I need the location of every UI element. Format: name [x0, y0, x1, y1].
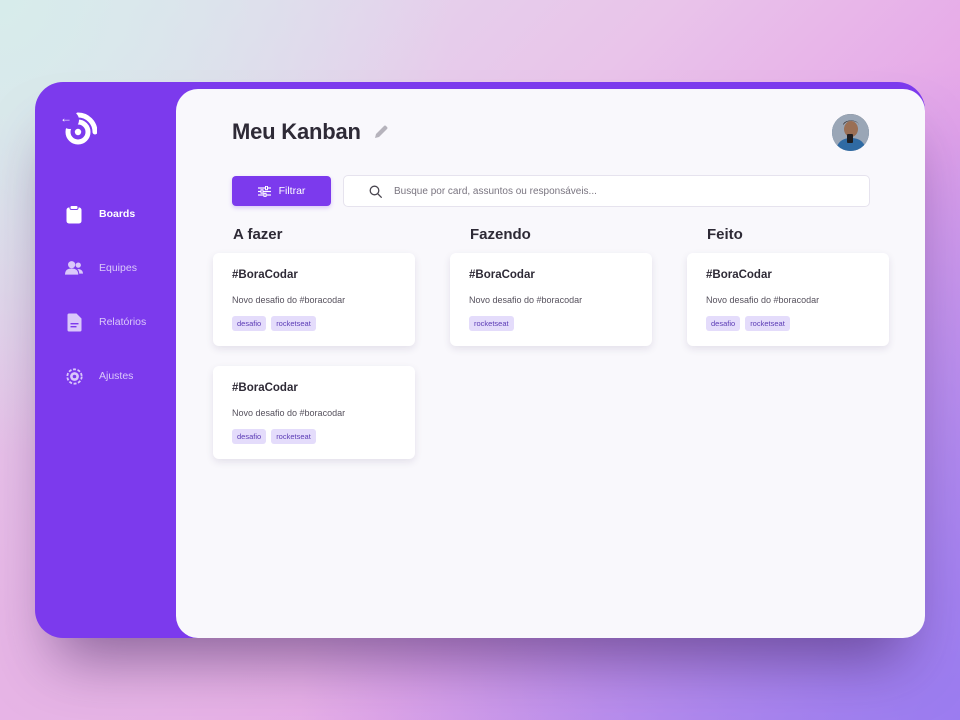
- tag-badge: desafio: [232, 429, 267, 444]
- sidebar-item-relatorios[interactable]: Relatórios: [65, 312, 146, 332]
- avatar[interactable]: [832, 114, 869, 151]
- page-title: Meu Kanban: [232, 119, 361, 144]
- kanban-card[interactable]: #BoraCodar Novo desafio do #boracodar de…: [213, 253, 415, 346]
- users-icon: [65, 258, 83, 278]
- document-icon: [65, 312, 83, 332]
- kanban-card[interactable]: #BoraCodar Novo desafio do #boracodar de…: [213, 366, 415, 459]
- card-tags: desafio rocketseat: [232, 429, 396, 444]
- sidebar: ← Boards Equipes Relatórios Ajustes: [35, 82, 176, 638]
- collapse-sidebar-button[interactable]: ←: [55, 107, 77, 129]
- card-tags: desafio rocketseat: [706, 316, 870, 331]
- sidebar-item-equipes[interactable]: Equipes: [65, 258, 146, 278]
- clipboard-icon: [65, 204, 83, 224]
- column-title: Feito: [707, 226, 743, 243]
- card-description: Novo desafio do #boracodar: [469, 295, 583, 305]
- sidebar-item-label: Ajustes: [99, 370, 134, 382]
- column-title: Fazendo: [470, 226, 531, 243]
- search-icon: [369, 185, 382, 198]
- tag-badge: rocketseat: [469, 316, 514, 331]
- title-row: Meu Kanban: [232, 119, 389, 145]
- filter-button-label: Filtrar: [278, 185, 306, 197]
- sidebar-item-label: Equipes: [99, 262, 137, 274]
- card-title: #BoraCodar: [232, 382, 298, 394]
- sliders-icon: [257, 185, 271, 197]
- sidebar-item-boards[interactable]: Boards: [65, 204, 146, 224]
- card-description: Novo desafio do #boracodar: [232, 295, 346, 305]
- tag-badge: rocketseat: [745, 316, 790, 331]
- column-title: A fazer: [233, 226, 283, 243]
- tag-badge: desafio: [706, 316, 741, 331]
- card-tags: desafio rocketseat: [232, 316, 396, 331]
- card-description: Novo desafio do #boracodar: [706, 295, 820, 305]
- card-tags: rocketseat: [469, 316, 633, 331]
- kanban-column-todo: A fazer #BoraCodar Novo desafio do #bora…: [213, 226, 415, 479]
- pencil-icon[interactable]: [373, 124, 389, 140]
- filter-button[interactable]: Filtrar: [232, 176, 331, 206]
- sidebar-nav: Boards Equipes Relatórios Ajustes: [65, 204, 146, 420]
- card-title: #BoraCodar: [232, 269, 298, 281]
- kanban-card[interactable]: #BoraCodar Novo desafio do #boracodar de…: [687, 253, 889, 346]
- tag-badge: rocketseat: [271, 316, 316, 331]
- main-panel: Meu Kanban Filtrar Busque por card, assu…: [176, 89, 925, 638]
- card-description: Novo desafio do #boracodar: [232, 408, 346, 418]
- tag-badge: rocketseat: [271, 429, 316, 444]
- kanban-column-doing: Fazendo #BoraCodar Novo desafio do #bora…: [450, 226, 652, 366]
- sidebar-item-label: Boards: [99, 208, 136, 220]
- app-window: ← Boards Equipes Relatórios Ajustes Meu …: [35, 82, 925, 638]
- search-bar: [343, 175, 870, 207]
- card-title: #BoraCodar: [706, 269, 772, 281]
- search-input[interactable]: [392, 184, 869, 198]
- card-title: #BoraCodar: [469, 269, 535, 281]
- kanban-card[interactable]: #BoraCodar Novo desafio do #boracodar ro…: [450, 253, 652, 346]
- arrow-left-icon: ←: [60, 111, 72, 125]
- tag-badge: desafio: [232, 316, 267, 331]
- sidebar-item-ajustes[interactable]: Ajustes: [65, 366, 146, 386]
- settings-icon: [65, 366, 83, 386]
- sidebar-item-label: Relatórios: [99, 316, 147, 328]
- kanban-column-done: Feito #BoraCodar Novo desafio do #boraco…: [687, 226, 889, 366]
